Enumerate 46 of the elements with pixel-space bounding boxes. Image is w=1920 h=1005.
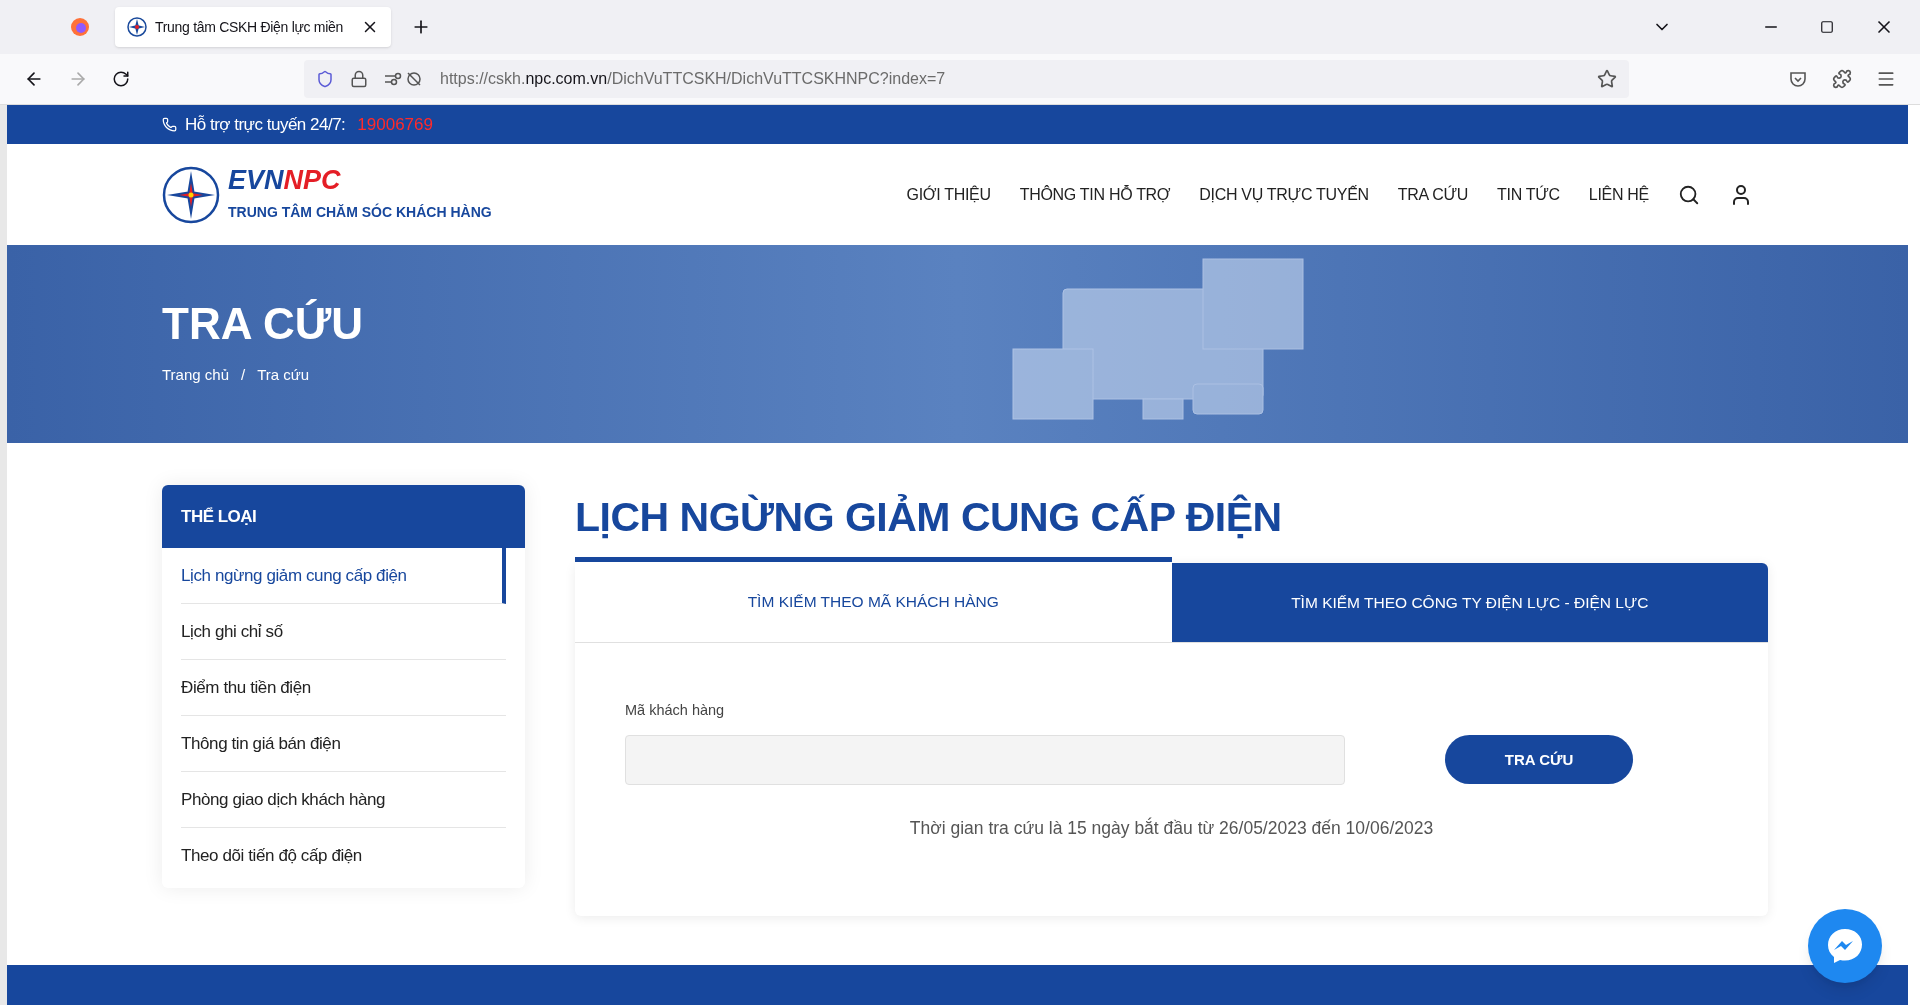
search-period-note: Thời gian tra cứu là 15 ngày bắt đầu từ 26/05/2023 đến 10/06/2023 <box>908 816 1435 840</box>
sidebar-item[interactable]: Lịch ghi chỉ số <box>181 604 506 660</box>
sidebar-item[interactable]: Theo dõi tiến độ cấp điện <box>181 828 506 884</box>
nav-link[interactable]: LIÊN HỆ <box>1588 182 1649 207</box>
sidebar-item[interactable]: Lịch ngừng giảm cung cấp điện <box>181 548 506 604</box>
tab-title: Trung tâm CSKH Điện lực miền <box>155 17 343 37</box>
bookmark-star-icon[interactable] <box>1597 69 1617 89</box>
messenger-button[interactable] <box>1808 909 1882 983</box>
nav-link[interactable]: GIỚI THIỆU <box>906 182 991 207</box>
search-tab[interactable]: TÌM KIẾM THEO MÃ KHÁCH HÀNG <box>575 557 1172 642</box>
site-favicon-icon <box>127 17 147 37</box>
search-tab[interactable]: TÌM KIẾM THEO CÔNG TY ĐIỆN LỰC - ĐIỆN LỰC <box>1171 563 1768 642</box>
extensions-icon[interactable] <box>1832 69 1852 89</box>
reload-icon[interactable] <box>112 70 130 88</box>
breadcrumb-link[interactable]: Trang chủ <box>162 363 229 387</box>
phone-icon <box>162 117 177 132</box>
customer-code-input[interactable] <box>625 734 1345 785</box>
field-label: Mã khách hàng <box>625 701 726 720</box>
search-button[interactable]: TRA CỨU <box>1445 735 1633 785</box>
url-text: https://cskh.npc.com.vn/DichVuTTCSKH/DichVuTTCSKHNPC?index=7 <box>440 69 946 89</box>
logo-icon[interactable] <box>162 165 220 224</box>
browser-logo-icon[interactable] <box>70 17 90 37</box>
sidebar-item[interactable]: Điểm thu tiền điện <box>181 660 506 716</box>
logo-subtitle: TRUNG TÂM CHĂM SÓC KHÁCH HÀNG <box>228 202 492 222</box>
lock-icon[interactable] <box>350 70 368 88</box>
browser-tab[interactable]: Trung tâm CSKH Điện lực miền <box>115 7 391 47</box>
search-icon[interactable] <box>1678 183 1700 206</box>
address-bar[interactable]: https://cskh.npc.com.vn/DichVuTTCSKH/DichVuTTCSKHNPC?index=7 <box>304 60 1629 98</box>
nav-link[interactable]: THÔNG TIN HỖ TRỢ <box>1019 182 1171 207</box>
support-label: Hỗ trợ trực tuyến 24/7: <box>185 113 346 136</box>
nav-link[interactable]: TRA CỨU <box>1397 182 1468 207</box>
breadcrumb-current: Tra cứu <box>257 364 310 385</box>
sidebar-title: THỂ LOẠI <box>181 505 257 528</box>
sidebar-item[interactable]: Thông tin giá bán điện <box>181 716 506 772</box>
menu-icon[interactable] <box>1876 69 1896 89</box>
banner-title: TRA CỨU <box>162 301 364 346</box>
maximize-icon[interactable] <box>1820 20 1834 34</box>
sidebar-item[interactable]: Phòng giao dịch khách hàng <box>181 772 506 828</box>
breadcrumb-separator: / <box>241 364 246 385</box>
logo-wordmark[interactable]: EVNNPC <box>228 166 492 194</box>
shield-icon[interactable] <box>316 70 334 88</box>
messenger-icon <box>1825 926 1865 966</box>
nav-link[interactable]: TIN TỨC <box>1497 182 1560 207</box>
permissions-icon[interactable] <box>384 70 424 88</box>
pocket-icon[interactable] <box>1788 69 1808 89</box>
nav-link[interactable]: DỊCH VỤ TRỰC TUYẾN <box>1199 182 1369 207</box>
